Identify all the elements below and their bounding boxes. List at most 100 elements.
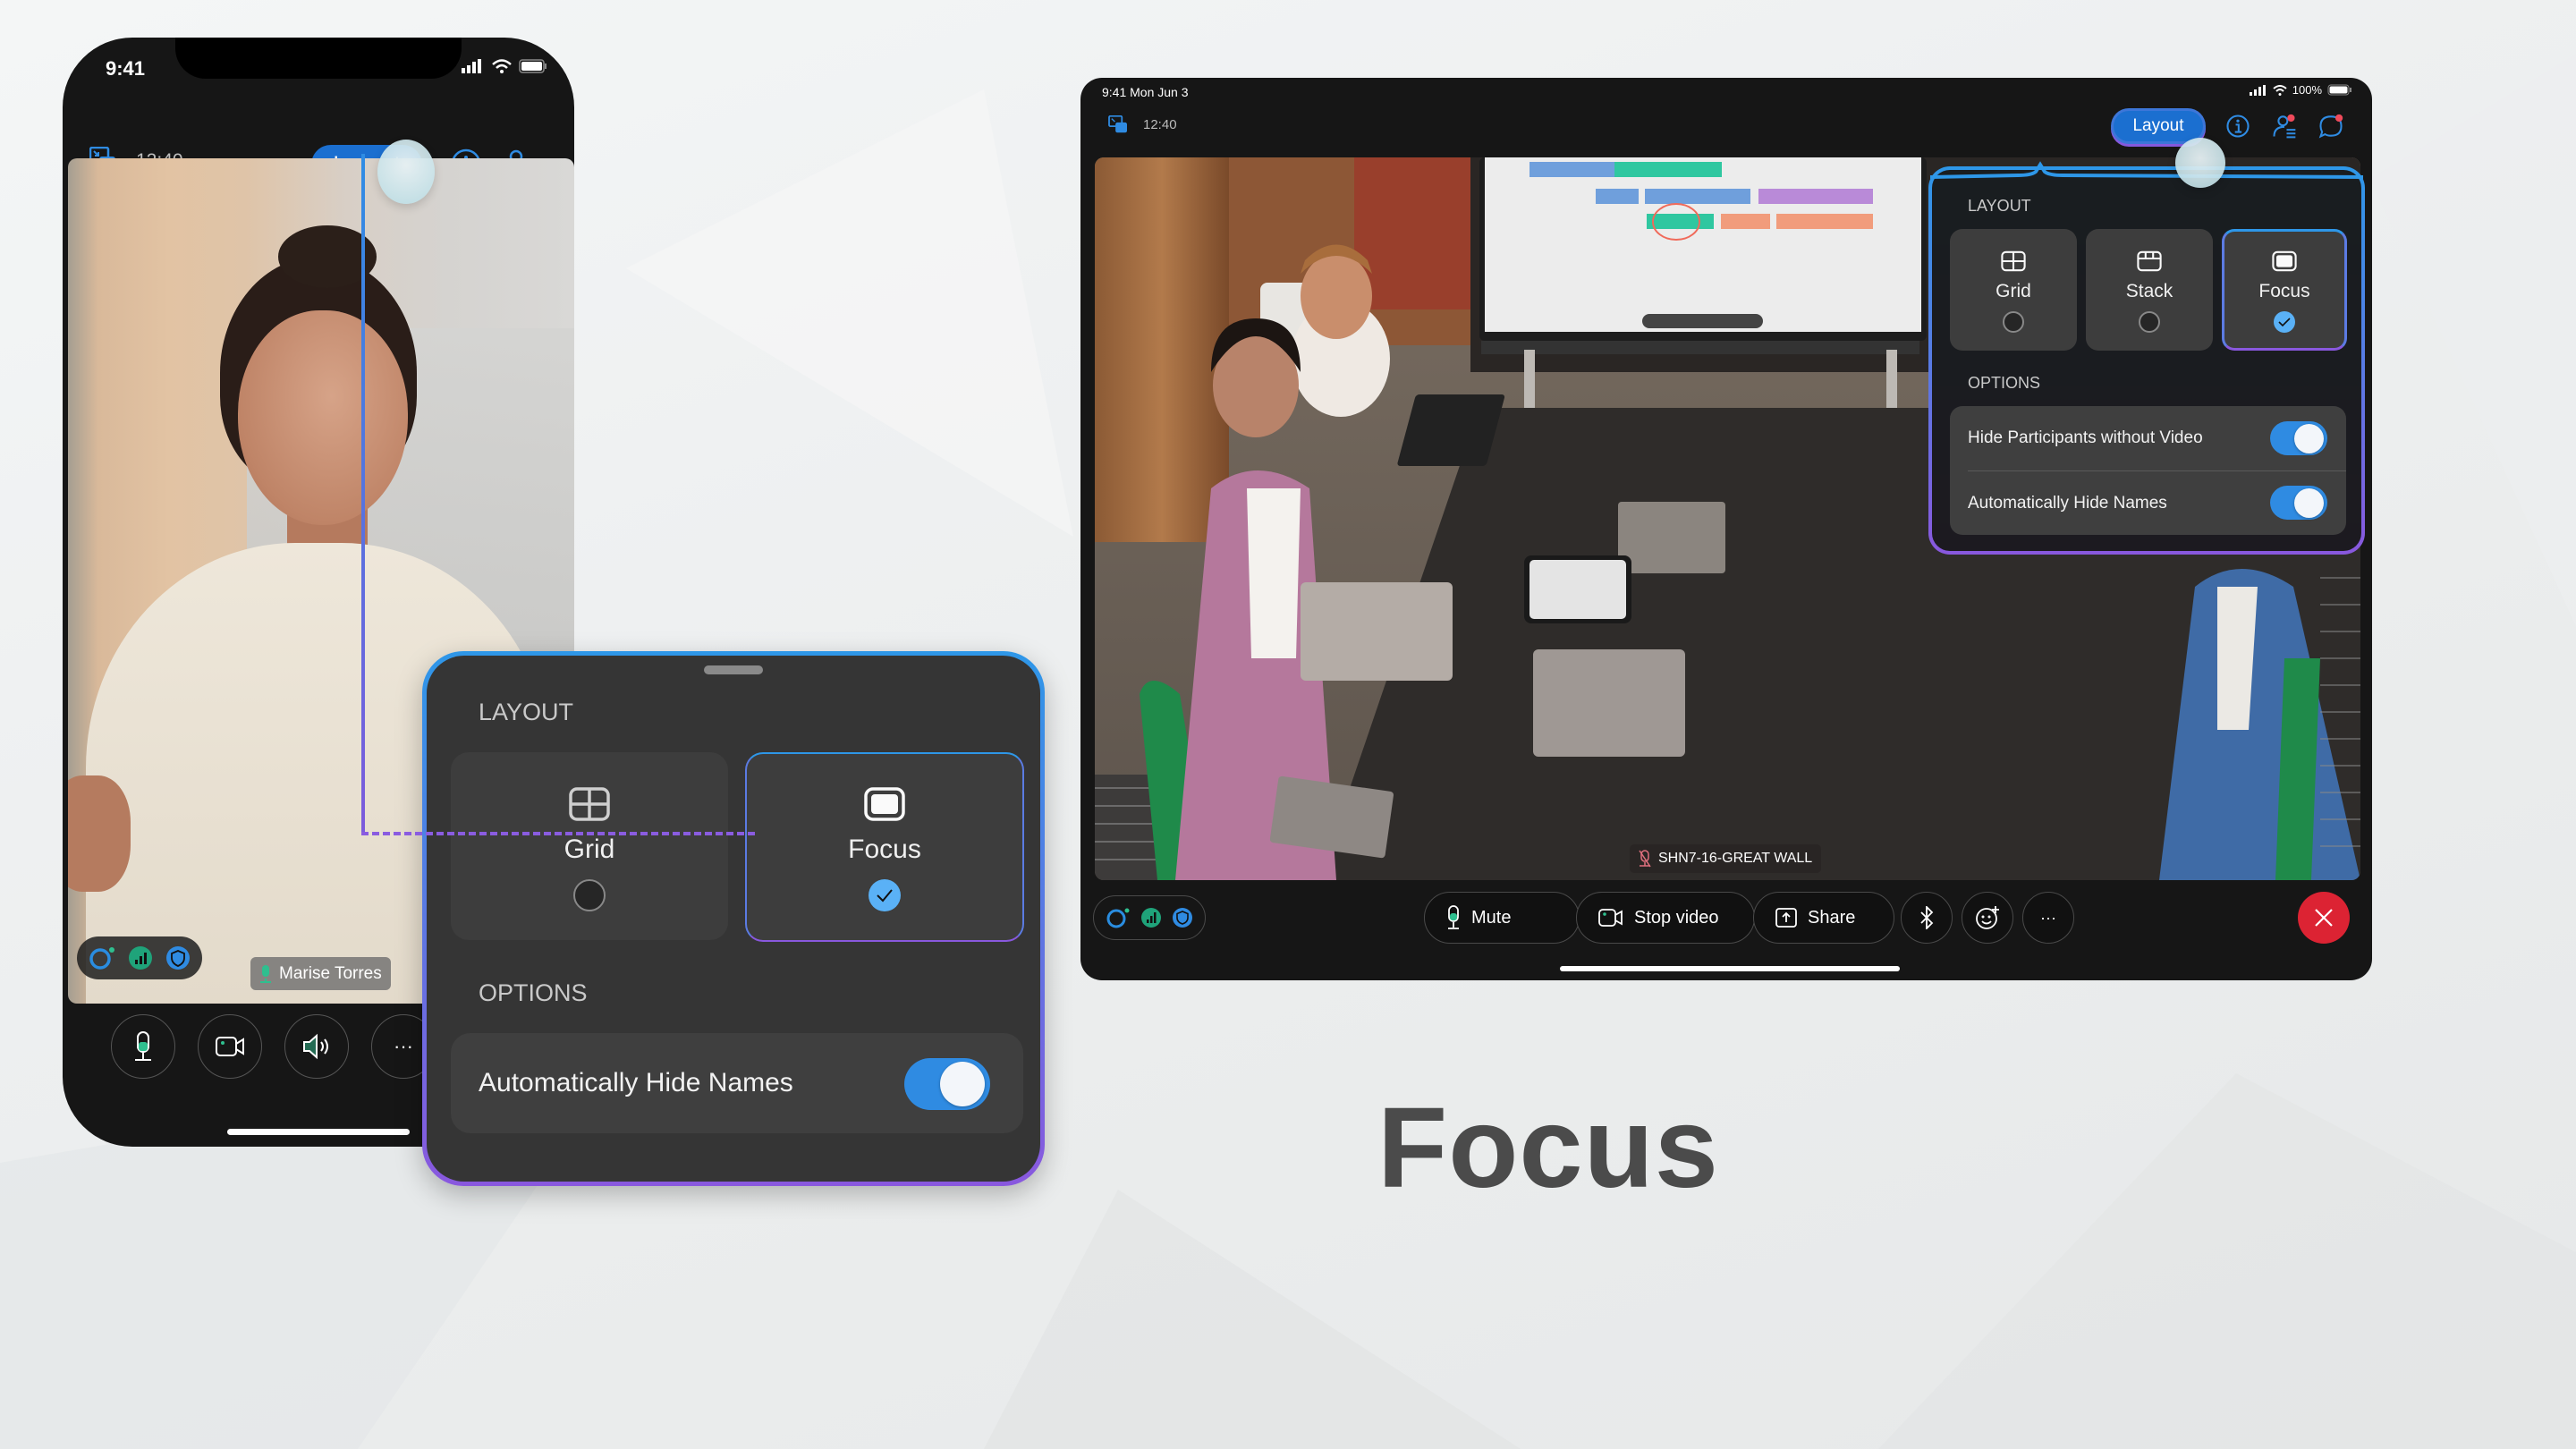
battery-icon [519, 59, 547, 73]
participant-name-tag: Marise Torres [250, 957, 391, 990]
hide-names-toggle[interactable] [2270, 486, 2327, 520]
radio-unselected[interactable] [573, 879, 606, 911]
radio-selected[interactable] [869, 879, 901, 911]
phone-notch [175, 38, 462, 79]
participants-list-icon[interactable] [2272, 114, 2297, 139]
stop-video-button[interactable]: Stop video [1576, 892, 1755, 944]
focus-layout-icon [864, 787, 905, 821]
home-indicator [227, 1129, 410, 1135]
options-group: Hide Participants without Video Automati… [1950, 406, 2346, 535]
more-button[interactable]: ··· [2022, 892, 2074, 944]
grid-layout-icon [569, 787, 610, 821]
battery-icon [2327, 84, 2351, 96]
layout-section-label: LAYOUT [479, 699, 574, 725]
hide-participants-toggle[interactable] [2270, 421, 2327, 455]
call-status-cluster[interactable] [1093, 895, 1206, 940]
mute-button[interactable]: Mute [1424, 892, 1580, 944]
ai-assistant-icon [89, 947, 114, 970]
layout-section-label: LAYOUT [1968, 197, 2031, 215]
reactions-button[interactable] [1962, 892, 2013, 944]
layout-option-grid[interactable]: Grid [451, 752, 728, 940]
layout-option-label: Stack [2125, 281, 2174, 301]
layout-option-focus[interactable]: Focus [2222, 229, 2347, 351]
video-button[interactable] [198, 1014, 262, 1079]
info-icon[interactable] [2225, 114, 2250, 139]
share-screen-icon [1775, 908, 1797, 928]
meeting-duration: 12:40 [1143, 117, 1177, 132]
video-camera-icon [1598, 909, 1623, 927]
option-label: Hide Participants without Video [1968, 428, 2203, 447]
annotation-dashed-line-horizontal [361, 832, 755, 835]
phone-status-icons [462, 59, 547, 73]
wifi-icon [492, 59, 512, 73]
security-shield-icon [166, 946, 190, 970]
options-section-label: OPTIONS [1968, 374, 2041, 392]
microphone-icon [135, 1031, 151, 1061]
options-section-label: OPTIONS [479, 979, 588, 1006]
wifi-icon [2273, 84, 2287, 96]
page-title: Focus [1377, 1084, 1719, 1212]
share-label: Share [1808, 907, 1856, 928]
option-label: Automatically Hide Names [479, 1068, 793, 1097]
stack-layout-icon [2137, 250, 2162, 272]
share-button[interactable]: Share [1753, 892, 1894, 944]
annotation-dashed-line-vertical [361, 154, 365, 835]
status-date: Mon Jun 3 [1130, 85, 1189, 99]
chat-icon[interactable] [2318, 114, 2343, 139]
battery-percent: 100% [2292, 83, 2322, 97]
radio-unselected[interactable] [2003, 311, 2024, 333]
more-icon: ··· [394, 1035, 413, 1057]
room-name: SHN7-16-GREAT WALL [1658, 851, 1813, 866]
phone-status-time: 9:41 [106, 57, 146, 80]
layout-option-label: Focus [848, 835, 921, 864]
room-name-tag: SHN7-16-GREAT WALL [1630, 844, 1822, 873]
cellular-signal-icon [462, 59, 481, 73]
radio-unselected[interactable] [2139, 311, 2160, 333]
end-call-icon [2315, 909, 2333, 927]
layout-option-focus[interactable]: Focus [745, 752, 1024, 942]
cellular-signal-icon [2249, 84, 2266, 96]
end-call-button[interactable] [2298, 892, 2350, 944]
mute-button[interactable] [111, 1014, 175, 1079]
tablet-layout-popover: LAYOUT Grid Stack Focus OPTIONS Hide Par… [1928, 166, 2365, 555]
sheet-grabber-handle[interactable] [704, 665, 763, 674]
layout-option-stack[interactable]: Stack [2086, 229, 2213, 351]
focus-layout-icon [2272, 250, 2297, 272]
speaker-icon [303, 1033, 328, 1060]
home-indicator [1560, 966, 1900, 971]
phone-layout-sheet: LAYOUT Grid Focus OPTIONS Automatically … [422, 651, 1045, 1186]
radio-selected[interactable] [2274, 311, 2295, 333]
reactions-icon [1976, 906, 1999, 929]
security-shield-icon [1172, 908, 1192, 928]
bluetooth-button[interactable] [1901, 892, 1953, 944]
video-camera-icon [216, 1037, 244, 1056]
call-status-cluster[interactable] [77, 936, 202, 979]
touch-indicator [377, 140, 435, 204]
layout-option-label: Grid [1996, 281, 2031, 301]
mute-label: Mute [1471, 907, 1512, 928]
checkmark-icon [877, 889, 893, 902]
grid-layout-icon [2001, 250, 2026, 272]
option-label: Automatically Hide Names [1968, 493, 2167, 513]
bluetooth-icon [1920, 906, 1934, 929]
hide-names-toggle[interactable] [904, 1058, 990, 1110]
microphone-icon [260, 964, 271, 983]
layout-button[interactable]: Layout [2114, 111, 2203, 141]
ai-assistant-icon [1106, 908, 1130, 928]
checkmark-icon [2278, 317, 2291, 326]
popover-pointer [1929, 161, 2364, 179]
tablet-status-time: 9:41 Mon Jun 3 [1102, 85, 1189, 99]
picture-in-picture-icon[interactable] [1107, 115, 1129, 133]
speaker-button[interactable] [284, 1014, 349, 1079]
microphone-icon [1448, 905, 1459, 929]
stop-video-label: Stop video [1634, 907, 1719, 928]
layout-option-label: Grid [564, 835, 615, 864]
more-icon: ··· [2040, 908, 2056, 927]
network-quality-icon [1140, 908, 1161, 928]
microphone-muted-icon [1639, 850, 1651, 868]
tablet-call-controls: Mute Stop video Share ··· [1080, 892, 2372, 945]
options-group: Automatically Hide Names [451, 1033, 1023, 1133]
layout-option-label: Focus [2258, 281, 2310, 301]
status-time: 9:41 [1102, 85, 1127, 99]
layout-option-grid[interactable]: Grid [1950, 229, 2077, 351]
